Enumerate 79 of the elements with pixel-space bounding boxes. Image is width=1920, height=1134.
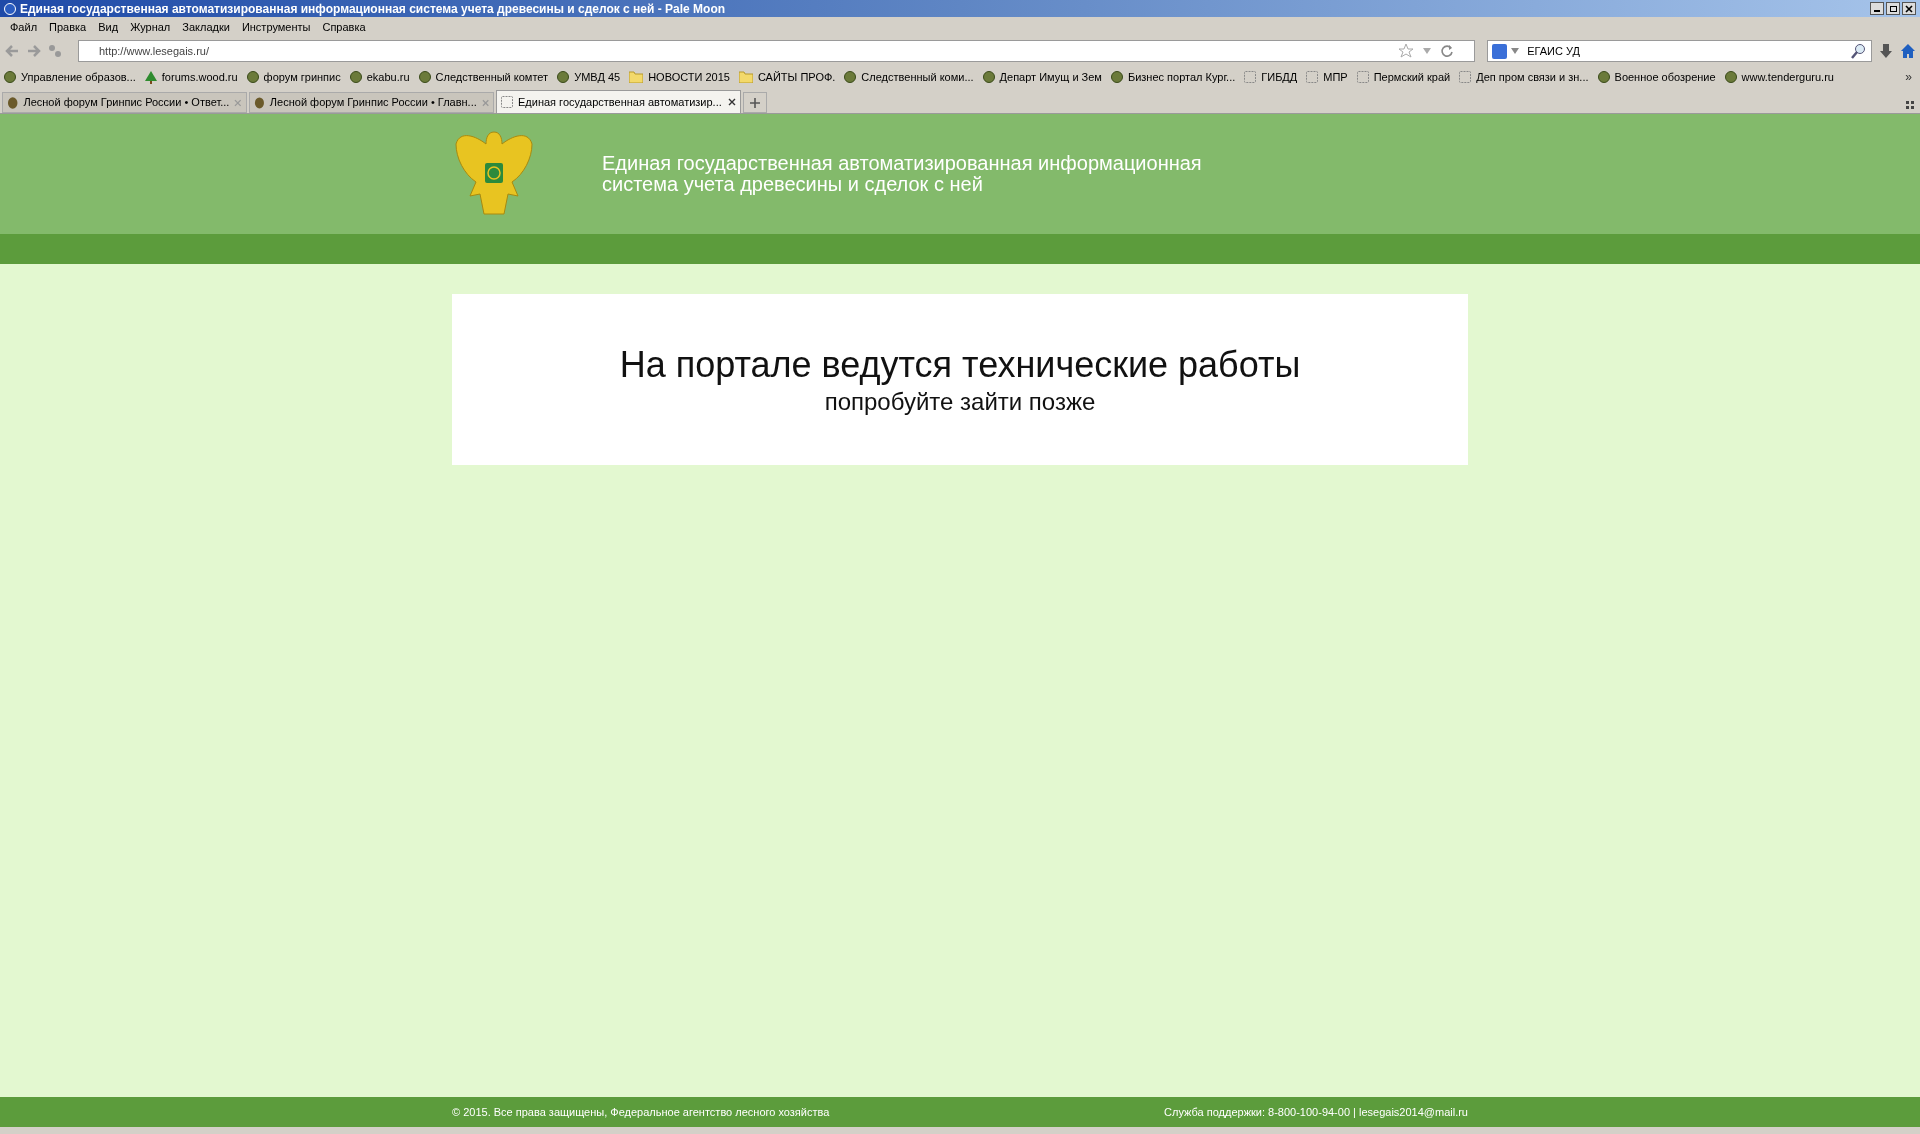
page-icon <box>1244 71 1257 83</box>
tab-label: Лесной форум Гринпис России • Ответ... <box>23 95 230 111</box>
menu-item[interactable]: Вид <box>92 19 125 36</box>
site-icon <box>557 71 570 83</box>
notice-heading: На портале ведутся технические работы <box>619 343 1301 387</box>
menu-item[interactable]: Правка <box>43 19 93 36</box>
bookmark-link[interactable]: Деп пром связи и зн... <box>1459 68 1589 86</box>
bookmark-link[interactable]: ekabu.ru <box>349 68 410 86</box>
site-icon <box>1597 71 1610 83</box>
acorn-icon <box>7 96 19 109</box>
folder-icon <box>738 71 753 83</box>
browser-tab[interactable]: Единая государственная автоматизир... <box>496 90 741 113</box>
search-field[interactable]: ЕГАИС УД <box>1487 40 1872 62</box>
site-icon <box>4 71 16 83</box>
browser-tab[interactable]: Лесной форум Гринпис России • Ответ... <box>2 92 247 113</box>
bookmark-link[interactable]: www.tenderguru.ru <box>1724 68 1834 86</box>
bookmark-link[interactable]: ГИБДД <box>1244 68 1298 86</box>
menu-item[interactable]: Справка <box>316 19 372 36</box>
site-icon <box>418 71 431 83</box>
menu-item[interactable]: Файл <box>4 19 44 36</box>
site-title: система учета древесины и сделок с ней <box>602 174 983 195</box>
close-button[interactable] <box>1902 2 1916 15</box>
reload-icon[interactable] <box>1440 44 1455 58</box>
folder-icon <box>629 71 644 83</box>
bookmark-link[interactable]: Пермский край <box>1356 68 1451 86</box>
bookmarks-overflow-button[interactable]: » <box>1905 68 1916 86</box>
restore-button[interactable] <box>1886 2 1900 15</box>
bookmark-link[interactable]: Следственный коми... <box>844 68 974 86</box>
bookmark-link[interactable]: САЙТЫ ПРОФ. <box>738 68 836 86</box>
back-icon[interactable] <box>4 43 20 59</box>
bookmark-link[interactable]: forums.wood.ru <box>144 68 238 86</box>
search-engine-icon[interactable] <box>1492 43 1508 59</box>
site-icon <box>982 71 995 83</box>
bookmark-link[interactable]: Военное обозрение <box>1597 68 1716 86</box>
search-icon[interactable] <box>1851 43 1867 59</box>
star-icon[interactable] <box>1398 43 1415 59</box>
plus-icon <box>750 97 760 108</box>
menu-item[interactable]: Инструменты <box>235 19 317 36</box>
page-icon <box>1356 71 1369 83</box>
site-icon <box>246 71 259 83</box>
tab-label: Лесной форум Гринпис России • Главн... <box>269 95 477 111</box>
bookmark-link[interactable]: Бизнес портал Кург... <box>1110 68 1236 86</box>
browser-logo-icon <box>4 2 16 15</box>
page-icon <box>501 96 513 108</box>
bookmark-link[interactable]: Управление образов... <box>4 68 136 86</box>
bookmark-link[interactable]: Следственный комтет <box>418 68 549 86</box>
nodes-icon[interactable] <box>47 44 62 58</box>
site-icon <box>1110 71 1123 83</box>
tab-label: Единая государственная автоматизир... <box>518 94 723 110</box>
tree-icon <box>144 70 157 84</box>
bookmark-link[interactable]: Департ Имущ и Зем <box>982 68 1102 86</box>
browser-tab[interactable]: Лесной форум Гринпис России • Главн... <box>249 92 494 113</box>
acorn-icon <box>254 96 265 109</box>
dropdown-icon[interactable] <box>1422 47 1433 55</box>
bookmark-link[interactable]: форум гринпис <box>246 68 341 86</box>
forward-icon[interactable] <box>26 43 42 59</box>
window-title: Единая государственная автоматизированная информационная система учета древесины и сделок с ней - Pale Moon <box>20 2 726 15</box>
close-icon[interactable] <box>728 98 736 106</box>
bookmark-link[interactable]: НОВОСТИ 2015 <box>629 68 730 86</box>
page-icon <box>1306 71 1319 83</box>
minimize-button[interactable] <box>1870 2 1884 15</box>
grid-icon[interactable] <box>1906 101 1914 109</box>
bookmark-link[interactable]: МПР <box>1306 68 1348 86</box>
site-icon <box>1724 71 1737 83</box>
menu-item[interactable]: Закладки <box>176 19 236 36</box>
site-title: Единая государственная автоматизированная информационная <box>602 153 1202 174</box>
home-icon[interactable] <box>1900 43 1916 59</box>
address-field[interactable]: http://www.lesegais.ru/ <box>77 40 1476 62</box>
copyright-text: © 2015. Все права защищены, Федеральное агентство лесного хозяйства <box>452 1104 830 1120</box>
download-icon[interactable] <box>1878 43 1894 59</box>
dropdown-icon[interactable] <box>1511 48 1520 54</box>
site-icon <box>349 71 362 83</box>
page-icon <box>1459 71 1472 83</box>
support-contact-text: Служба поддержки: 8-800-100-94-00 | lesegais2014@mail.ru <box>1164 1104 1468 1120</box>
notice-subheading: попробуйте зайти позже <box>824 387 1096 417</box>
bookmark-link[interactable]: УМВД 45 <box>557 68 621 86</box>
new-tab-button[interactable] <box>743 92 767 113</box>
site-icon <box>844 71 857 83</box>
menu-item[interactable]: Журнал <box>124 19 177 36</box>
